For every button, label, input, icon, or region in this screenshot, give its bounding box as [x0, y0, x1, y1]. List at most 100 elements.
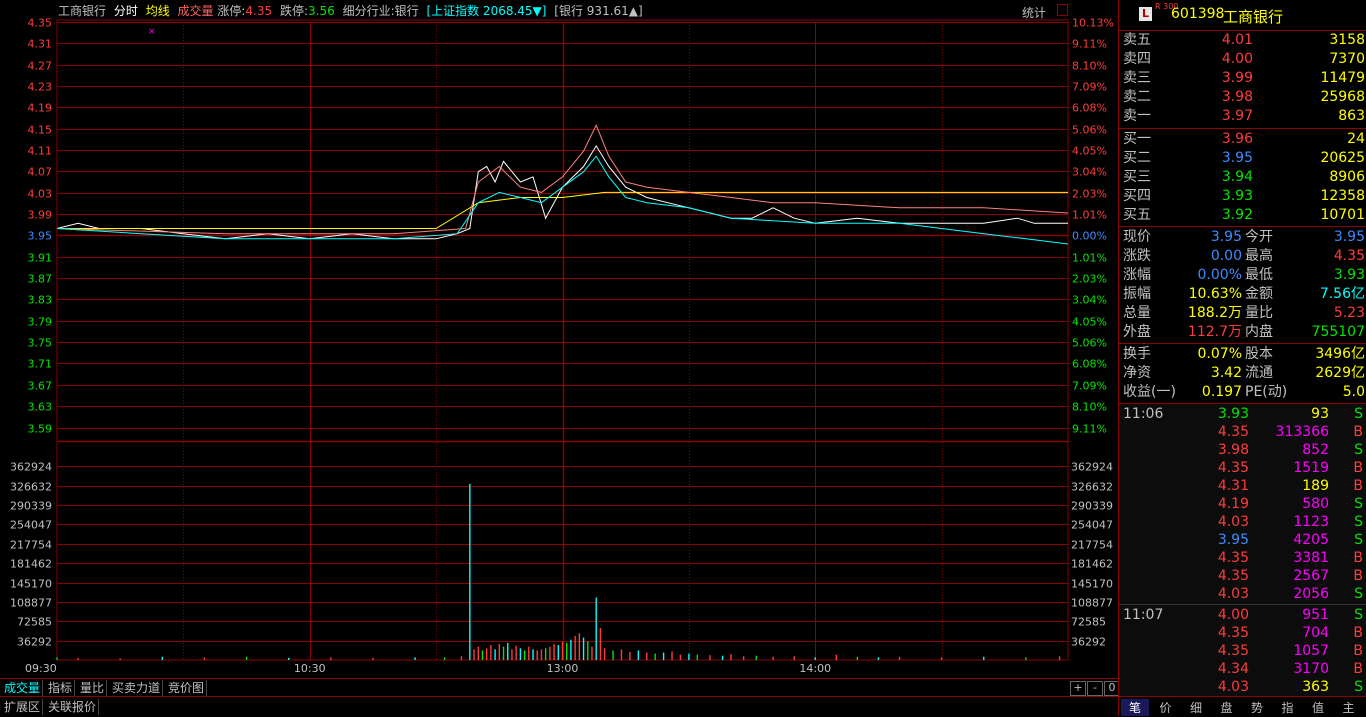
quote-label: 现价	[1123, 229, 1151, 245]
ask-row[interactable]: 卖五 4.01 3158	[1119, 31, 1366, 50]
tick-group-divider	[1119, 604, 1366, 605]
industry-label[interactable]: 细分行业:银行	[343, 4, 419, 18]
zoom-out-button[interactable]: -	[1087, 681, 1103, 696]
stat-button[interactable]: 统计	[1022, 4, 1046, 21]
tick-row[interactable]: 4.03 363 S	[1119, 678, 1366, 696]
tick-volume: 951	[1302, 607, 1329, 623]
volume-label[interactable]: 成交量	[178, 4, 214, 18]
limit-down-label: 跌停:	[279, 4, 309, 18]
intraday-chart[interactable]: 4.35 10.13% 4.31 9.11% 4.27 8.10% 4.23 7.09% 4.1…	[0, 0, 1118, 678]
tab-related-quotes[interactable]: 关联报价	[46, 699, 100, 715]
tick-price: 4.00	[1217, 607, 1249, 623]
zoom-in-button[interactable]: +	[1070, 681, 1086, 696]
quote-divider	[1119, 226, 1366, 227]
ask-row[interactable]: 卖二 3.98 25968	[1119, 88, 1366, 107]
ask-row[interactable]: 卖一 3.97 863	[1119, 107, 1366, 126]
ask-row[interactable]: 卖三 3.99 11479	[1119, 69, 1366, 88]
tab-extension-area[interactable]: 扩展区	[2, 699, 44, 715]
tick-row[interactable]: 4.03 2056 S	[1119, 585, 1366, 603]
tick-row[interactable]: 4.35 2567 B	[1119, 567, 1366, 585]
tick-row[interactable]: 4.35 3381 B	[1119, 549, 1366, 567]
volume-tick-label: 108877	[10, 597, 52, 610]
panel-tab[interactable]: 势	[1243, 699, 1271, 716]
tick-volume: 93	[1311, 406, 1329, 422]
percent-tick-label: 4.05%	[1072, 316, 1107, 329]
tick-row[interactable]: 4.31 189 B	[1119, 477, 1366, 495]
avg-line-label[interactable]: 均线	[146, 4, 170, 18]
tick-volume: 1123	[1293, 514, 1329, 530]
tick-volume: 704	[1302, 625, 1329, 641]
bid-row[interactable]: 买五 3.92 10701	[1119, 206, 1366, 225]
percent-tick-label: 0.00%	[1072, 230, 1107, 243]
tick-row[interactable]: 4.35 1519 B	[1119, 459, 1366, 477]
ask-row[interactable]: 卖四 4.00 7370	[1119, 50, 1366, 69]
maximize-icon[interactable]	[1057, 4, 1068, 16]
price-tick-label: 3.95	[28, 230, 53, 243]
panel-tab[interactable]: 盘	[1213, 699, 1241, 716]
volume-tick-label-right: 290339	[1071, 500, 1113, 513]
tick-row[interactable]: 4.35 313366 B	[1119, 423, 1366, 441]
sector-quote[interactable]: [银行 931.61▲]	[554, 4, 642, 18]
percent-tick-label: 9.11%	[1072, 38, 1107, 51]
tick-row[interactable]: 4.19 580 S	[1119, 495, 1366, 513]
quote-value: 112.7万	[1187, 324, 1242, 340]
quote-label: 净资	[1123, 365, 1151, 381]
volume-tick-label: 290339	[10, 500, 52, 513]
tab-auction-chart[interactable]: 竞价图	[166, 680, 208, 696]
quote-row: 涨跌 0.00 最高 4.35	[1119, 247, 1366, 266]
bid-row[interactable]: 买三 3.94 8906	[1119, 168, 1366, 187]
quote-label: 涨跌	[1123, 248, 1151, 264]
tick-volume: 580	[1302, 496, 1329, 512]
bid-label: 买二	[1123, 150, 1151, 166]
bid-row[interactable]: 买四 3.93 12358	[1119, 187, 1366, 206]
volume-tick-label: 36292	[17, 636, 52, 649]
panel-tab[interactable]: 值	[1304, 699, 1332, 716]
panel-tab[interactable]: 笔	[1121, 699, 1149, 716]
quote-label: 振幅	[1123, 286, 1151, 302]
tick-row[interactable]: 11:07 4.00 951 S	[1119, 606, 1366, 624]
panel-tab[interactable]: 指	[1274, 699, 1302, 716]
tick-price: 4.35	[1217, 643, 1249, 659]
stock-name-label: 工商银行	[58, 4, 107, 18]
tick-volume: 2567	[1293, 568, 1329, 584]
panel-tab[interactable]: 细	[1182, 699, 1210, 716]
tick-row[interactable]: 4.35 704 B	[1119, 624, 1366, 642]
quote-value: 3.95	[1210, 229, 1242, 245]
tick-row[interactable]: 4.34 3170 B	[1119, 660, 1366, 678]
price-tick-label: 3.67	[28, 380, 53, 393]
bid-price: 3.96	[1221, 131, 1253, 147]
quote-row: 收益(一) 0.197 PE(动) 5.0	[1119, 383, 1366, 402]
tick-price: 4.31	[1217, 478, 1249, 494]
ask-label: 卖一	[1123, 108, 1151, 124]
percent-tick-label: 4.05%	[1072, 145, 1107, 158]
extension-tab-bar: 扩展区 关联报价	[0, 696, 1118, 717]
panel-tab[interactable]: 主	[1335, 699, 1363, 716]
tick-row[interactable]: 11:06 3.93 93 S	[1119, 405, 1366, 423]
tab-volume-ratio[interactable]: 量比	[78, 680, 108, 696]
time-tick-label: 09:30	[25, 662, 57, 675]
tick-row[interactable]: 3.98 852 S	[1119, 441, 1366, 459]
tab-buy-sell-power[interactable]: 买卖力道	[110, 680, 164, 696]
tick-row[interactable]: 4.03 1123 S	[1119, 513, 1366, 531]
quote-label: 内盘	[1245, 324, 1273, 340]
percent-tick-label: 1.01%	[1072, 252, 1107, 265]
tab-volume[interactable]: 成交量	[2, 680, 44, 696]
tab-indicator[interactable]: 指标	[46, 680, 76, 696]
bid-price: 3.95	[1221, 150, 1253, 166]
mode-label[interactable]: 分时	[114, 4, 138, 18]
price-tick-label: 4.31	[28, 38, 53, 51]
tick-row[interactable]: 3.95 4205 S	[1119, 531, 1366, 549]
bid-row[interactable]: 买一 3.96 24	[1119, 130, 1366, 149]
index-quote[interactable]: [上证指数 2068.45▼]	[426, 4, 546, 18]
tick-price: 3.93	[1217, 406, 1249, 422]
panel-tab[interactable]: 价	[1152, 699, 1180, 716]
tick-price: 4.35	[1217, 625, 1249, 641]
intraday-chart-area[interactable]: 4.35 10.13% 4.31 9.11% 4.27 8.10% 4.23 7.09% 4.1…	[0, 0, 1118, 678]
price-tick-label: 3.63	[28, 401, 53, 414]
price-tick-label: 3.75	[28, 337, 53, 350]
tick-direction: B	[1353, 478, 1363, 494]
bid-row[interactable]: 买二 3.95 20625	[1119, 149, 1366, 168]
volume-tick-label: 217754	[10, 539, 52, 552]
volume-tick-label: 72585	[17, 616, 52, 629]
tick-row[interactable]: 4.35 1057 B	[1119, 642, 1366, 660]
